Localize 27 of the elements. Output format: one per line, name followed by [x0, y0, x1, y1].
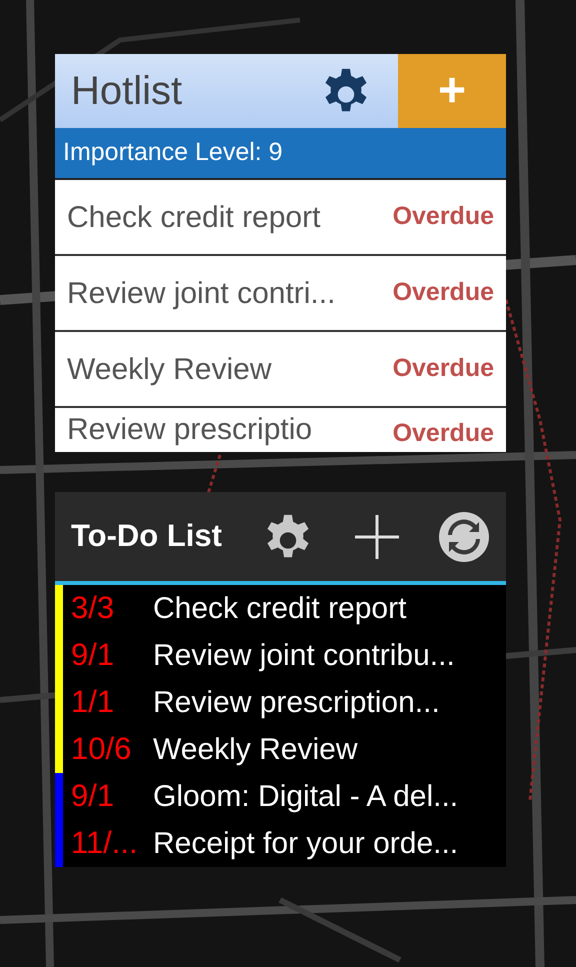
widget-title: Hotlist	[71, 68, 182, 115]
refresh-button[interactable]	[438, 510, 490, 562]
due-date: 10/6	[70, 730, 132, 768]
due-date: 9/1	[70, 777, 116, 816]
status-label: Overdue	[392, 277, 494, 308]
due-date: 9/1	[70, 636, 116, 674]
status-label: Overdue	[392, 201, 494, 232]
refresh-icon	[438, 510, 490, 562]
task-title[interactable]: Check credit report	[153, 586, 406, 631]
status-label: Overdue	[392, 418, 494, 448]
task-title[interactable]: Review joint contribu...	[153, 633, 455, 678]
plus-icon	[354, 514, 400, 560]
due-date: 1/1	[70, 683, 116, 722]
due-date: 3/3	[70, 589, 116, 628]
status-label: Overdue	[392, 353, 494, 384]
task-title: Review joint contri...	[67, 276, 336, 312]
widget-title: To-Do List	[71, 517, 222, 556]
task-title: Check credit report	[67, 200, 320, 236]
add-button[interactable]	[354, 514, 400, 560]
due-date: 11/...	[70, 824, 139, 862]
task-title: Review prescriptio	[67, 412, 312, 448]
task-title[interactable]: Weekly Review	[153, 727, 358, 772]
task-title[interactable]: Gloom: Digital - A del...	[153, 774, 458, 819]
task-title[interactable]: Review prescription...	[153, 680, 440, 725]
task-title[interactable]: Receipt for your orde...	[153, 821, 458, 866]
task-title: Weekly Review	[67, 352, 272, 388]
importance-level: Importance Level: 9	[63, 137, 283, 168]
